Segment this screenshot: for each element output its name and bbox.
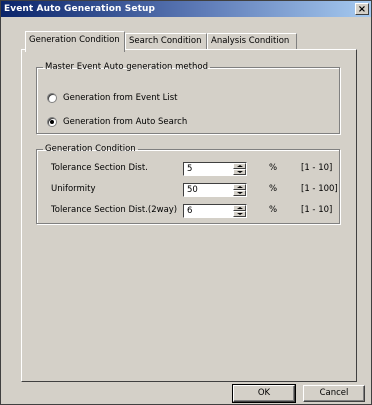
tolerance-2way-spinbox[interactable]	[183, 204, 247, 218]
method-group-legend: Master Event Auto generation method	[45, 62, 208, 72]
tolerance-label: Tolerance Section Dist.	[51, 163, 148, 173]
close-button[interactable]: ×	[355, 3, 369, 15]
tab-analysis-condition[interactable]: Analysis Condition	[207, 33, 297, 49]
tab-panel: Master Event Auto generation method Gene…	[21, 49, 357, 382]
ok-button[interactable]: OK	[232, 384, 296, 403]
close-icon: ×	[357, 4, 367, 15]
method-group: Master Event Auto generation method Gene…	[36, 62, 340, 134]
radio-generation-from-event-list[interactable]: Generation from Event List	[47, 93, 178, 103]
tolerance-spinbox[interactable]	[183, 162, 247, 176]
radio-checked-icon[interactable]	[47, 117, 57, 127]
range-label: [1 - 10]	[301, 163, 333, 173]
radio-label: Generation from Event List	[63, 93, 178, 103]
uniformity-input[interactable]	[185, 184, 235, 196]
spin-down-icon[interactable]	[233, 211, 246, 217]
unit-label: %	[269, 163, 278, 173]
range-label: [1 - 100]	[301, 184, 338, 194]
spin-down-icon[interactable]	[233, 169, 246, 175]
tolerance-2way-label: Tolerance Section Dist.(2way)	[51, 205, 178, 215]
uniformity-spinbox[interactable]	[183, 183, 247, 197]
condition-group: Generation Condition Tolerance Section D…	[36, 144, 340, 224]
tab-generation-condition[interactable]: Generation Condition	[25, 31, 125, 52]
radio-generation-from-auto-search[interactable]: Generation from Auto Search	[47, 117, 187, 127]
radio-label: Generation from Auto Search	[63, 117, 188, 127]
title-bar[interactable]: Event Auto Generation Setup ×	[1, 1, 371, 17]
unit-label: %	[269, 184, 278, 194]
radio-icon[interactable]	[47, 93, 57, 103]
dialog-window: Event Auto Generation Setup × Generation…	[0, 0, 372, 405]
tolerance-2way-input[interactable]	[185, 205, 235, 217]
uniformity-label: Uniformity	[51, 184, 96, 194]
unit-label: %	[269, 205, 278, 215]
window-title: Event Auto Generation Setup	[4, 4, 156, 14]
spin-down-icon[interactable]	[233, 190, 246, 196]
tolerance-input[interactable]	[185, 163, 235, 175]
cancel-button[interactable]: Cancel	[303, 385, 365, 402]
condition-group-legend: Generation Condition	[45, 144, 136, 154]
range-label: [1 - 10]	[301, 205, 333, 215]
tab-search-condition[interactable]: Search Condition	[125, 33, 207, 49]
